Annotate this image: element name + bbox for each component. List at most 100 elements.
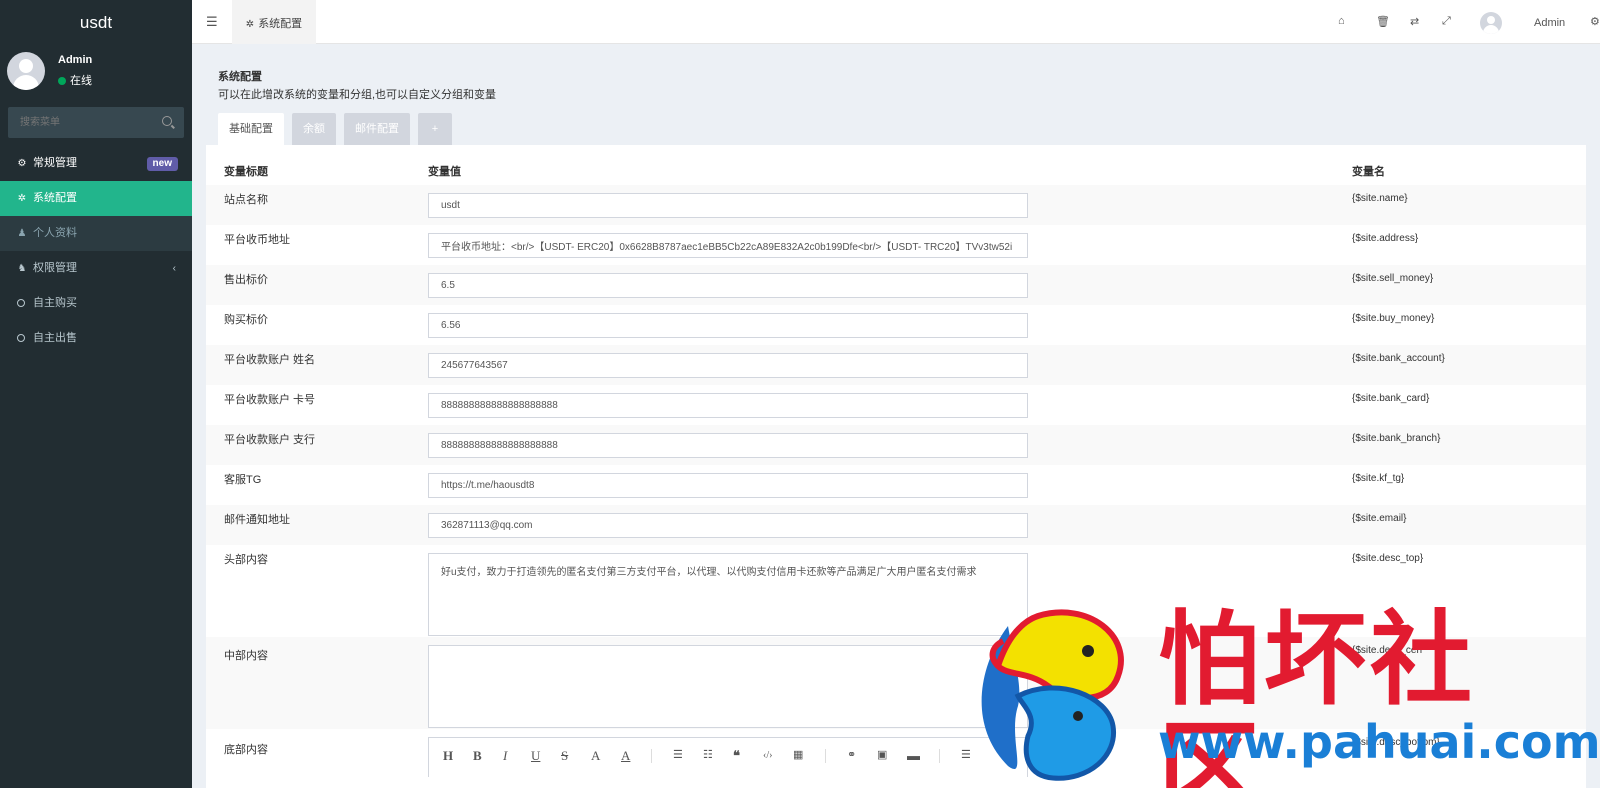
row-var-name: {$site.address} <box>1352 233 1419 244</box>
email-input[interactable] <box>428 513 1028 538</box>
code-icon[interactable]: ‹/› <box>763 750 772 761</box>
fish-logo-icon <box>981 609 1124 781</box>
desc-bottom-editor: H B I U S A A ☰ ☷ ❝ ‹/› ▦ ⚭ ▣ ▬ ☰ <box>428 737 1028 777</box>
row-label: 售出标价 <box>224 274 268 286</box>
tab-email-config[interactable]: 邮件配置 <box>344 113 410 145</box>
sidebar-item-system-config[interactable]: ✲ 系统配置 <box>0 181 192 216</box>
user-name: Admin <box>58 54 93 66</box>
table-header: 变量标题 变量值 变量名 <box>206 145 1586 185</box>
trash-icon[interactable]: 🗑 <box>1376 15 1390 28</box>
row-label: 邮件通知地址 <box>224 514 290 526</box>
gear-icon: ✲ <box>17 193 27 204</box>
user-panel: Admin 在线 <box>0 46 192 106</box>
search-input[interactable] <box>8 107 148 138</box>
fullscreen-icon[interactable]: ⤢ <box>1442 15 1451 28</box>
sidebar-item-buy[interactable]: 自主购买 <box>0 286 192 321</box>
chevron-left-icon: ‹ <box>172 263 176 274</box>
new-badge: new <box>146 157 178 171</box>
language-icon[interactable]: ⇄ <box>1410 15 1419 28</box>
tab-add[interactable]: + <box>418 113 452 145</box>
circle-icon <box>17 334 25 342</box>
row-label: 头部内容 <box>224 554 268 566</box>
table-row: 邮件通知地址 {$site.email} <box>206 505 1586 545</box>
table-row: 平台收款账户 姓名 {$site.bank_account} <box>206 345 1586 385</box>
row-label: 平台收款账户 卡号 <box>224 394 316 406</box>
sidebar-menu: ⚙ 常规管理 new ✲ 系统配置 ♟ 个人资料 ♞ 权限管理 ‹ 自主购买 自主出售 <box>0 146 192 356</box>
ordered-list-icon[interactable]: ☰ <box>673 748 683 761</box>
row-label: 底部内容 <box>224 744 268 756</box>
sidebar: usdt Admin 在线 ⚙常规管理 new ✲系统配置 ♟个人资料 ♞权限管… <box>0 0 192 788</box>
site-address-input[interactable] <box>428 233 1028 258</box>
row-var-name: {$site.sell_money} <box>1352 273 1434 284</box>
underline-button[interactable]: U <box>531 748 540 764</box>
italic-button[interactable]: I <box>503 748 507 764</box>
table-icon[interactable]: ▦ <box>793 748 803 761</box>
buy-price-input[interactable] <box>428 313 1028 338</box>
heading-button[interactable]: H <box>443 748 453 764</box>
bank-account-input[interactable] <box>428 353 1028 378</box>
col-value-header: 变量值 <box>428 166 461 178</box>
user-status: 在线 <box>58 72 92 88</box>
sell-price-input[interactable] <box>428 273 1028 298</box>
top-navbar: ☰ ✲ 系统配置 ⌂ 🗑 ⇄ ⤢ Admin ⚙ <box>192 0 1600 44</box>
sidebar-item-profile[interactable]: ♟ 个人资料 <box>0 216 192 251</box>
top-avatar[interactable] <box>1480 12 1502 34</box>
user-icon: ♟ <box>17 228 27 239</box>
col-title-header: 变量标题 <box>224 166 268 178</box>
watermark: 怕坏社区 www.pahuai.com <box>968 606 1600 788</box>
row-var-name: {$site.bank_account} <box>1352 353 1445 364</box>
tab-basic-config[interactable]: 基础配置 <box>218 113 284 145</box>
cogs-icon: ⚙ <box>17 158 27 169</box>
content-header: 系统配置 可以在此增改系统的变量和分组,也可以自定义分组和变量 <box>218 68 496 102</box>
row-label: 平台收款账户 姓名 <box>224 354 316 366</box>
unordered-list-icon[interactable]: ☷ <box>703 748 713 761</box>
search-icon[interactable] <box>162 116 172 126</box>
table-row: 站点名称 {$site.name} <box>206 185 1586 225</box>
top-admin-name[interactable]: Admin <box>1534 17 1565 29</box>
row-label: 中部内容 <box>224 650 268 662</box>
site-name-input[interactable] <box>428 193 1028 218</box>
row-var-name: {$site.desc_top} <box>1352 553 1424 564</box>
quote-icon[interactable]: ❝ <box>733 748 740 764</box>
menu-toggle-icon[interactable]: ☰ <box>206 14 218 30</box>
tab-system-config[interactable]: ✲ 系统配置 <box>232 0 316 44</box>
page-description: 可以在此增改系统的变量和分组,也可以自定义分组和变量 <box>218 89 497 101</box>
online-dot-icon <box>58 77 66 85</box>
brand-logo[interactable]: usdt <box>0 0 192 46</box>
sidebar-item-auth[interactable]: ♞ 权限管理 ‹ <box>0 251 192 286</box>
bank-branch-input[interactable] <box>428 433 1028 458</box>
row-label: 客服TG <box>224 474 262 486</box>
table-row: 平台收款账户 支行 {$site.bank_branch} <box>206 425 1586 465</box>
image-icon[interactable]: ▣ <box>877 748 887 761</box>
link-icon[interactable]: ⚭ <box>847 748 856 761</box>
tab-balance[interactable]: 余额 <box>292 113 336 145</box>
kf-tg-input[interactable] <box>428 473 1028 498</box>
row-var-name: {$site.bank_card} <box>1352 393 1430 404</box>
home-icon[interactable]: ⌂ <box>1338 15 1345 27</box>
desc-top-textarea[interactable]: 好u支付，致力于打造领先的匿名支付第三方支付平台，以代理、以代购支付信用卡还款等… <box>428 553 1028 636</box>
table-row: 购买标价 {$site.buy_money} <box>206 305 1586 345</box>
bg-color-button[interactable]: A <box>621 748 630 764</box>
col-name-header: 变量名 <box>1352 166 1385 178</box>
sidebar-search <box>8 107 184 138</box>
circle-icon <box>17 299 25 307</box>
watermark-url: www.pahuai.com <box>1158 715 1600 769</box>
page-title: 系统配置 <box>218 71 262 83</box>
bank-card-input[interactable] <box>428 393 1028 418</box>
desc-center-textarea[interactable] <box>428 645 1028 728</box>
sidebar-item-sell[interactable]: 自主出售 <box>0 321 192 356</box>
bold-button[interactable]: B <box>473 748 482 764</box>
font-color-button[interactable]: A <box>591 748 600 764</box>
users-icon: ♞ <box>17 263 27 274</box>
settings-icon[interactable]: ⚙ <box>1590 15 1600 28</box>
table-row: 平台收款账户 卡号 {$site.bank_card} <box>206 385 1586 425</box>
strikethrough-button[interactable]: S <box>561 748 568 764</box>
table-row: 平台收币地址 {$site.address} <box>206 225 1586 265</box>
table-row: 客服TG {$site.kf_tg} <box>206 465 1586 505</box>
row-var-name: {$site.kf_tg} <box>1352 473 1405 484</box>
row-var-name: {$site.email} <box>1352 513 1407 524</box>
row-label: 平台收币地址 <box>224 234 290 246</box>
row-label: 平台收款账户 支行 <box>224 434 316 446</box>
horizontal-rule-icon[interactable]: ▬ <box>907 748 920 764</box>
sidebar-item-general[interactable]: ⚙ 常规管理 new <box>0 146 192 181</box>
